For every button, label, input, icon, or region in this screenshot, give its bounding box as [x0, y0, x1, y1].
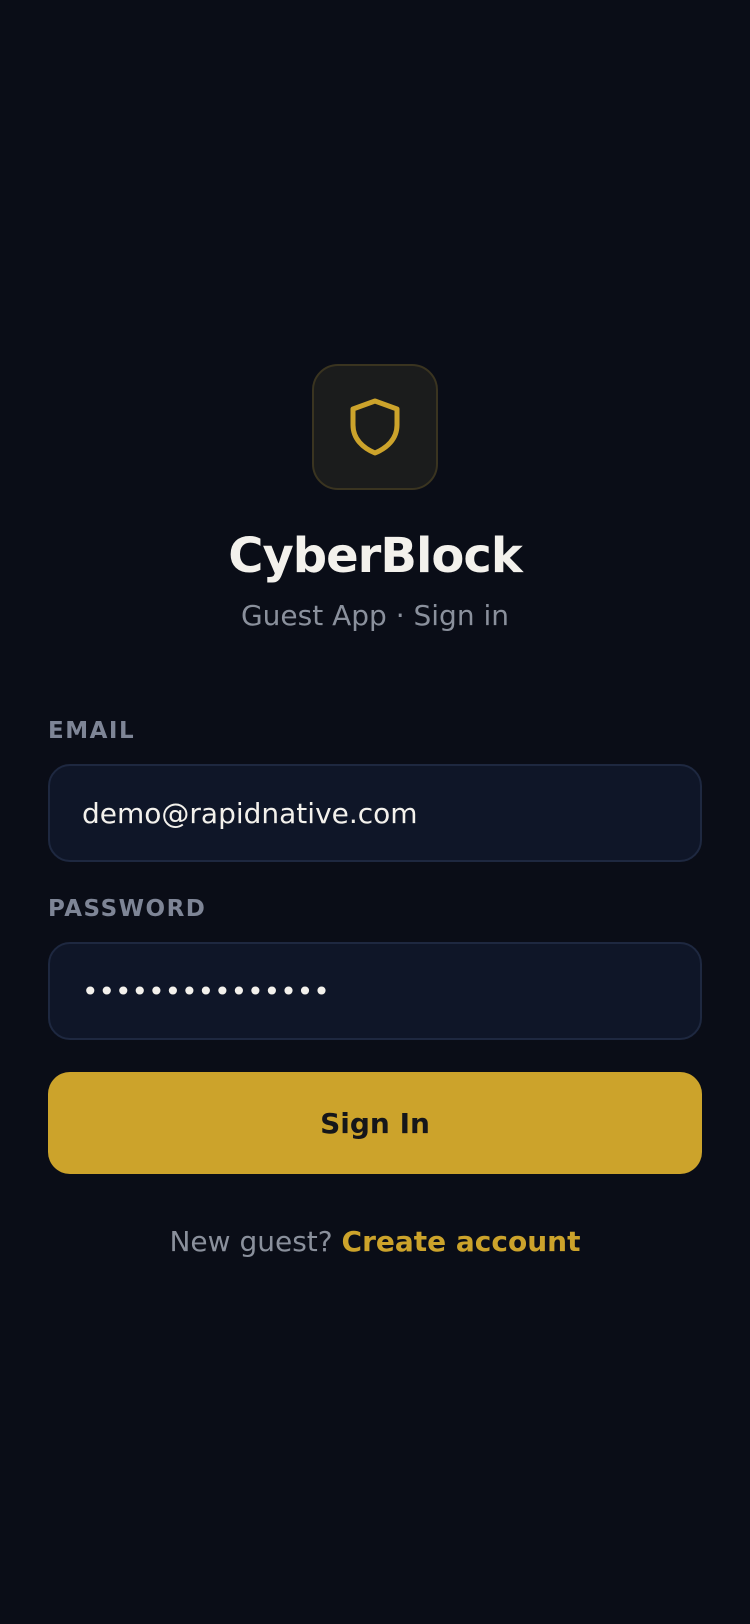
sign-in-button[interactable]: Sign In: [48, 1072, 702, 1174]
email-field-container: [48, 764, 702, 862]
password-field[interactable]: [50, 944, 700, 1038]
app-logo: [312, 364, 438, 490]
email-field[interactable]: [50, 766, 700, 860]
app-subtitle: Guest App · Sign in: [240, 599, 510, 632]
create-account-link[interactable]: Create account: [342, 1225, 581, 1258]
new-guest-text: New guest?: [169, 1225, 333, 1258]
create-account-prompt: New guest? Create account: [0, 1222, 750, 1262]
shield-icon: [350, 398, 400, 456]
password-label: PASSWORD: [48, 896, 207, 922]
app-title: CyberBlock: [228, 528, 523, 584]
sign-in-screen: CyberBlock Guest App · Sign in EMAIL PAS…: [0, 0, 750, 1624]
email-label: EMAIL: [48, 718, 136, 744]
password-field-container: [48, 942, 702, 1040]
